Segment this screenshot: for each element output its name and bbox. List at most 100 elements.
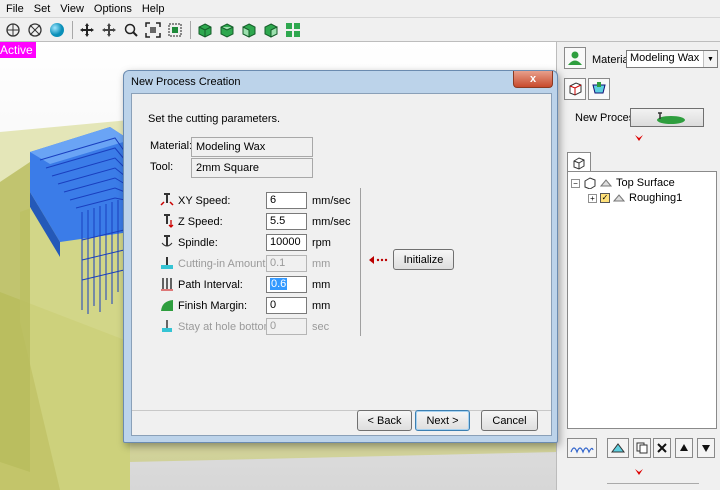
triangle-up-icon bbox=[680, 444, 688, 451]
dialog-title: New Process Creation bbox=[131, 76, 241, 88]
back-button[interactable]: < Back bbox=[357, 410, 412, 431]
xy-speed-icon bbox=[160, 193, 174, 206]
tree-item[interactable]: − Top Surface bbox=[571, 177, 675, 189]
xy-speed-input[interactable]: 6 bbox=[266, 192, 307, 209]
process-panel: Material Modeling Wax ▼ New Process − To… bbox=[556, 42, 720, 490]
hole-bottom-input: 0 bbox=[266, 318, 307, 335]
material-select-value: Modeling Wax bbox=[630, 52, 700, 64]
xy-speed-unit: mm/sec bbox=[312, 195, 351, 207]
arrow-left-icon bbox=[369, 256, 388, 264]
tree-item-label: Top Surface bbox=[616, 177, 675, 189]
move-up-button[interactable] bbox=[675, 438, 693, 458]
menu-help[interactable]: Help bbox=[138, 3, 171, 15]
hole-bottom-value: 0 bbox=[270, 320, 277, 332]
z-speed-unit: mm/sec bbox=[312, 216, 351, 228]
cutting-area-icon[interactable] bbox=[588, 78, 610, 100]
menu-bar: File Set View Options Help bbox=[0, 0, 720, 18]
triangle-down-icon bbox=[702, 445, 710, 452]
initialize-button[interactable]: Initialize bbox=[393, 249, 454, 270]
edit-icon bbox=[611, 443, 625, 453]
surface-icon bbox=[600, 179, 612, 187]
z-speed-icon bbox=[164, 214, 174, 228]
cancel-button[interactable]: Cancel bbox=[481, 410, 538, 431]
zoom-object-icon[interactable] bbox=[166, 21, 184, 39]
arrow-down-icon bbox=[635, 135, 643, 141]
view-shaded-icon[interactable] bbox=[48, 21, 66, 39]
copy-button[interactable] bbox=[633, 438, 651, 458]
z-speed-input[interactable]: 5.5 bbox=[266, 213, 307, 230]
preview-cutting-button[interactable] bbox=[567, 438, 597, 458]
tree-item-label: Roughing1 bbox=[629, 192, 683, 204]
xy-speed-value: 6 bbox=[270, 194, 277, 206]
xy-speed-label: XY Speed: bbox=[178, 195, 231, 207]
tool-field: 2mm Square bbox=[191, 158, 313, 178]
copy-icon bbox=[636, 442, 648, 454]
close-button[interactable]: x bbox=[513, 71, 553, 88]
toolbar-separator bbox=[72, 20, 73, 39]
view-front-icon[interactable] bbox=[240, 21, 258, 39]
tool-label: Tool: bbox=[150, 161, 174, 173]
menu-set[interactable]: Set bbox=[30, 3, 57, 15]
wave-icon bbox=[570, 447, 594, 454]
user-icon[interactable] bbox=[564, 47, 586, 69]
cutting-in-input: 0.1 bbox=[266, 255, 307, 272]
view-grid-icon[interactable] bbox=[4, 21, 22, 39]
divider bbox=[607, 483, 699, 484]
finish-margin-value: 0 bbox=[270, 299, 277, 311]
path-interval-value: 0.6 bbox=[270, 278, 288, 290]
hole-bottom-unit: sec bbox=[312, 321, 330, 333]
toolbar-separator bbox=[190, 20, 191, 39]
material-select[interactable]: Modeling Wax ▼ bbox=[626, 50, 718, 68]
checkbox-icon[interactable]: ✓ bbox=[600, 193, 610, 203]
new-process-icon bbox=[657, 111, 685, 124]
tree-item[interactable]: + ✓ Roughing1 bbox=[588, 192, 682, 204]
new-process-button[interactable] bbox=[630, 108, 704, 127]
pan-icon[interactable] bbox=[78, 21, 96, 39]
finish-margin-input[interactable]: 0 bbox=[266, 297, 307, 314]
menu-file[interactable]: File bbox=[2, 3, 30, 15]
move-icon[interactable] bbox=[100, 21, 118, 39]
new-process-dialog: New Process Creation x Set the cutting p… bbox=[123, 70, 558, 443]
z-speed-label: Z Speed: bbox=[178, 216, 223, 228]
cutting-in-icon bbox=[161, 257, 173, 269]
next-button[interactable]: Next > bbox=[415, 410, 470, 431]
collapse-icon[interactable]: − bbox=[571, 178, 580, 188]
spindle-input[interactable]: 10000 bbox=[266, 234, 307, 251]
toolbar bbox=[0, 18, 720, 42]
finish-margin-unit: mm bbox=[312, 300, 331, 312]
path-interval-input[interactable]: 0.6 bbox=[266, 276, 307, 293]
process-tree[interactable]: − Top Surface + ✓ Roughing1 bbox=[567, 171, 717, 429]
stock-box-icon[interactable] bbox=[564, 78, 586, 100]
menu-options[interactable]: Options bbox=[90, 3, 138, 15]
zoom-fit-icon[interactable] bbox=[144, 21, 162, 39]
expand-icon[interactable]: + bbox=[588, 193, 597, 203]
divider bbox=[360, 188, 361, 336]
delete-button[interactable] bbox=[653, 438, 671, 458]
menu-view[interactable]: View bbox=[56, 3, 90, 15]
move-down-button[interactable] bbox=[697, 438, 715, 458]
cutting-in-value: 0.1 bbox=[270, 257, 286, 269]
view-wire-icon[interactable] bbox=[26, 21, 44, 39]
cutting-in-label: Cutting-in Amount: bbox=[178, 258, 269, 270]
delete-icon bbox=[657, 443, 667, 453]
process-edit-button[interactable] bbox=[607, 438, 629, 458]
zoom-icon[interactable] bbox=[122, 21, 140, 39]
tree-tab[interactable] bbox=[567, 152, 591, 172]
view-right-icon[interactable] bbox=[262, 21, 280, 39]
finish-margin-label: Finish Margin: bbox=[178, 300, 248, 312]
finish-margin-icon bbox=[161, 300, 173, 311]
mode-label: Active bbox=[0, 42, 36, 58]
view-top-icon[interactable] bbox=[218, 21, 236, 39]
spindle-label: Spindle: bbox=[178, 237, 218, 249]
path-interval-unit: mm bbox=[312, 279, 331, 291]
view-multi-icon[interactable] bbox=[284, 21, 302, 39]
hole-bottom-icon bbox=[162, 320, 172, 332]
z-speed-value: 5.5 bbox=[270, 215, 286, 227]
arrow-down-icon bbox=[635, 469, 643, 475]
spindle-unit: rpm bbox=[312, 237, 331, 249]
cube-icon bbox=[573, 156, 585, 170]
view-iso-icon[interactable] bbox=[196, 21, 214, 39]
close-icon: x bbox=[529, 73, 537, 85]
material-label: Material: bbox=[150, 140, 193, 152]
hole-bottom-label: Stay at hole bottom: bbox=[178, 321, 276, 333]
